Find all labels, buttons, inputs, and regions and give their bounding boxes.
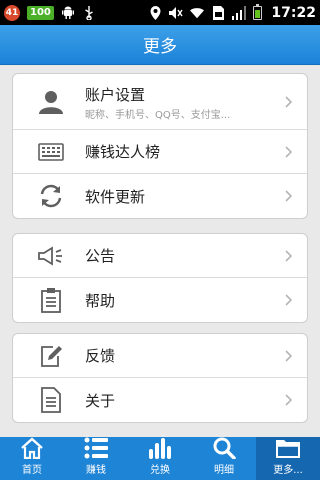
folder-icon bbox=[275, 437, 301, 459]
tab-label: 首页 bbox=[22, 465, 42, 476]
bar-chart-icon bbox=[148, 437, 172, 459]
menu-item-label: 账户设置 bbox=[85, 86, 146, 104]
menu-item-leaderboard[interactable]: 赚钱达人榜 bbox=[13, 130, 307, 174]
settings-group-info: 公告 帮助 bbox=[12, 233, 308, 323]
menu-item-feedback[interactable]: 反馈 bbox=[13, 334, 307, 378]
settings-group-support: 反馈 关于 bbox=[12, 333, 308, 423]
menu-item-label: 关于 bbox=[85, 391, 116, 410]
menu-item-label: 反馈 bbox=[85, 347, 116, 365]
android-icon bbox=[61, 6, 75, 20]
signal-icon bbox=[232, 5, 247, 20]
refresh-icon bbox=[37, 182, 65, 210]
settings-group-account: 账户设置 昵称、手机号、QQ号、支付宝... 赚钱达人榜 软件更新 bbox=[12, 73, 308, 219]
chevron-right-icon bbox=[285, 95, 293, 108]
mute-icon bbox=[169, 6, 184, 20]
menu-item-label: 软件更新 bbox=[85, 187, 146, 206]
usb-icon bbox=[82, 5, 96, 20]
menu-item-announcement[interactable]: 公告 bbox=[13, 234, 307, 278]
clock: 17:22 bbox=[271, 4, 316, 21]
chevron-right-icon bbox=[285, 394, 293, 406]
wifi-icon bbox=[190, 6, 205, 20]
menu-item-about[interactable]: 关于 bbox=[13, 378, 307, 422]
location-icon bbox=[148, 5, 162, 20]
menu-item-label: 赚钱达人榜 bbox=[85, 143, 161, 161]
menu-item-software-update[interactable]: 软件更新 bbox=[13, 174, 307, 218]
edit-icon bbox=[37, 342, 65, 370]
menu-item-help[interactable]: 帮助 bbox=[13, 278, 307, 322]
menu-item-label: 帮助 bbox=[85, 291, 116, 310]
bottom-tab-bar: 首页 赚钱 兑换 明细 更多... bbox=[0, 437, 320, 480]
tab-details[interactable]: 明细 bbox=[192, 437, 256, 480]
home-icon bbox=[20, 437, 44, 459]
tab-exchange[interactable]: 兑换 bbox=[128, 437, 192, 480]
battery-icon bbox=[253, 3, 263, 20]
status-bar: 41 100 17:22 bbox=[0, 0, 320, 25]
keyboard-icon bbox=[37, 138, 65, 166]
tab-more[interactable]: 更多... bbox=[256, 437, 320, 480]
chevron-right-icon bbox=[285, 349, 293, 362]
chevron-right-icon bbox=[285, 145, 293, 158]
clipboard-icon bbox=[37, 286, 65, 314]
tab-label: 兑换 bbox=[150, 465, 170, 476]
megaphone-icon bbox=[37, 242, 65, 270]
user-icon bbox=[37, 88, 65, 116]
page-title: 更多 bbox=[143, 37, 177, 57]
tab-label: 更多... bbox=[273, 465, 303, 476]
chevron-right-icon bbox=[285, 190, 293, 202]
tab-earn[interactable]: 赚钱 bbox=[64, 437, 128, 480]
chevron-right-icon bbox=[285, 294, 293, 306]
menu-item-subtitle: 昵称、手机号、QQ号、支付宝... bbox=[85, 110, 231, 121]
tab-label: 明细 bbox=[214, 465, 234, 476]
menu-item-account-settings[interactable]: 账户设置 昵称、手机号、QQ号、支付宝... bbox=[13, 74, 307, 130]
sim-icon bbox=[211, 5, 225, 20]
list-icon bbox=[84, 437, 108, 459]
tab-home[interactable]: 首页 bbox=[0, 437, 64, 480]
app-badge: 100 bbox=[27, 5, 54, 20]
notification-badge: 41 bbox=[4, 4, 20, 21]
tab-label: 赚钱 bbox=[86, 465, 106, 476]
search-icon bbox=[212, 437, 236, 459]
document-icon bbox=[37, 386, 65, 414]
chevron-right-icon bbox=[285, 249, 293, 262]
menu-item-label: 公告 bbox=[85, 247, 116, 265]
title-bar: 更多 bbox=[0, 25, 320, 65]
